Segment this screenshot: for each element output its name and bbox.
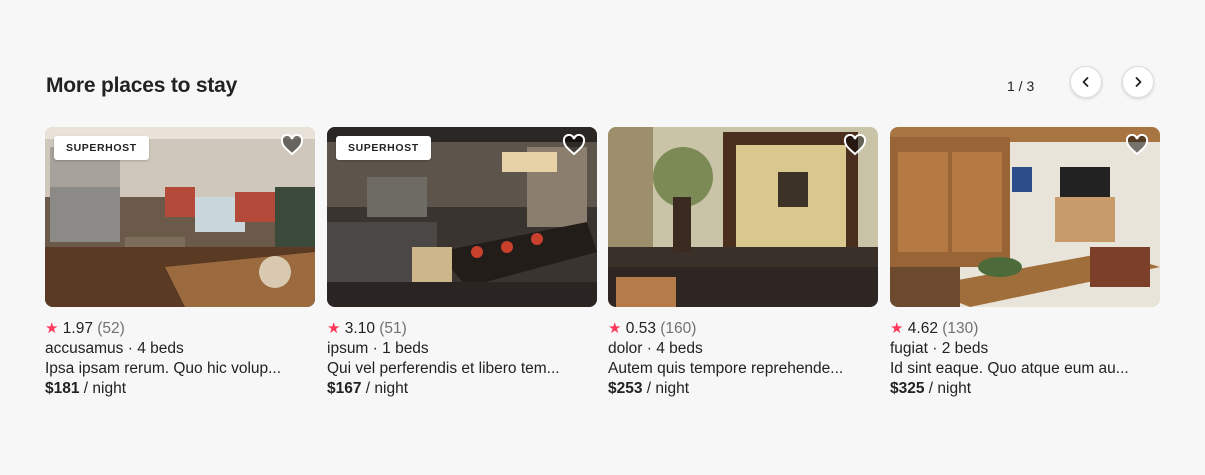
listing-description: Qui vel perferendis et libero tem... [327, 360, 560, 377]
listing-description: Ipsa ipsam rerum. Quo hic volup... [45, 360, 282, 377]
listing-name: fugiat [890, 340, 928, 357]
review-count: (52) [97, 320, 125, 337]
page-indicator: 1 / 3 [1007, 78, 1035, 94]
rating-value: 0.53 [625, 320, 656, 337]
rating-row: ★ 0.53 (160) [608, 319, 878, 339]
price: $167 [327, 380, 362, 397]
price: $325 [890, 380, 925, 397]
listing-photo[interactable]: SUPERHOST [327, 127, 597, 307]
listing-title: fugiat · 2 beds [890, 340, 989, 357]
bed-count: 2 beds [941, 340, 989, 357]
listing-card[interactable]: SUPERHOST ★ 3.10 (51) ipsum · 1 beds Qui… [327, 127, 597, 399]
price-unit: / night [83, 380, 127, 397]
listing-name: dolor [608, 340, 643, 357]
superhost-badge: SUPERHOST [54, 136, 149, 160]
price-row: $253 / night [608, 379, 878, 399]
listing-meta: ★ 1.97 (52) accusamus · 4 beds Ipsa ipsa… [45, 319, 315, 399]
chevron-right-icon [1135, 77, 1142, 87]
listing-description: Autem quis tempore reprehende... [608, 360, 844, 377]
star-icon: ★ [890, 320, 904, 337]
rating-row: ★ 4.62 (130) [890, 319, 1160, 339]
price: $253 [608, 380, 643, 397]
listing-meta: ★ 4.62 (130) fugiat · 2 beds Id sint eaq… [890, 319, 1160, 399]
price: $181 [45, 380, 80, 397]
listing-title: dolor · 4 beds [608, 340, 703, 357]
rating-row: ★ 3.10 (51) [327, 319, 597, 339]
superhost-badge: SUPERHOST [336, 136, 431, 160]
bed-count: 4 beds [137, 340, 184, 357]
next-button[interactable] [1122, 66, 1154, 98]
heart-icon[interactable] [562, 134, 586, 156]
price-unit: / night [928, 380, 972, 397]
rating-value: 1.97 [62, 320, 93, 337]
heart-icon[interactable] [280, 134, 304, 156]
listing-meta: ★ 3.10 (51) ipsum · 1 beds Qui vel perfe… [327, 319, 597, 399]
listing-card[interactable]: ★ 4.62 (130) fugiat · 2 beds Id sint eaq… [890, 127, 1160, 399]
price-row: $167 / night [327, 379, 597, 399]
review-count: (51) [379, 320, 407, 337]
listing-name: accusamus [45, 340, 124, 357]
rating-value: 3.10 [344, 320, 375, 337]
rating-row: ★ 1.97 (52) [45, 319, 315, 339]
listing-title: accusamus · 4 beds [45, 340, 184, 357]
listing-name: ipsum [327, 340, 369, 357]
chevron-left-icon [1082, 77, 1089, 87]
listing-photo[interactable] [890, 127, 1160, 307]
price-unit: / night [646, 380, 690, 397]
listing-description: Id sint eaque. Quo atque eum au... [890, 360, 1129, 377]
review-count: (160) [660, 320, 697, 337]
review-count: (130) [942, 320, 979, 337]
bathroom-photo [608, 127, 878, 307]
listing-card[interactable]: SUPERHOST ★ 1.97 (52) accusamus · 4 beds… [45, 127, 315, 399]
rating-value: 4.62 [907, 320, 938, 337]
star-icon: ★ [608, 320, 622, 337]
star-icon: ★ [327, 320, 341, 337]
price-unit: / night [365, 380, 409, 397]
bed-count: 4 beds [656, 340, 703, 357]
price-row: $325 / night [890, 379, 1160, 399]
listing-photo[interactable] [608, 127, 878, 307]
listing-title: ipsum · 1 beds [327, 340, 429, 357]
heart-icon[interactable] [843, 134, 867, 156]
listing-card[interactable]: ★ 0.53 (160) dolor · 4 beds Autem quis t… [608, 127, 878, 399]
heart-icon[interactable] [1125, 134, 1149, 156]
section-title: More places to stay [46, 74, 238, 97]
bed-count: 1 beds [382, 340, 429, 357]
listing-photo[interactable]: SUPERHOST [45, 127, 315, 307]
listing-carousel: SUPERHOST ★ 1.97 (52) accusamus · 4 beds… [45, 127, 1160, 407]
listing-meta: ★ 0.53 (160) dolor · 4 beds Autem quis t… [608, 319, 878, 399]
price-row: $181 / night [45, 379, 315, 399]
previous-button[interactable] [1070, 66, 1102, 98]
star-icon: ★ [45, 320, 59, 337]
section-header: More places to stay 1 / 3 [46, 66, 1160, 104]
living-room-photo [890, 127, 1160, 307]
